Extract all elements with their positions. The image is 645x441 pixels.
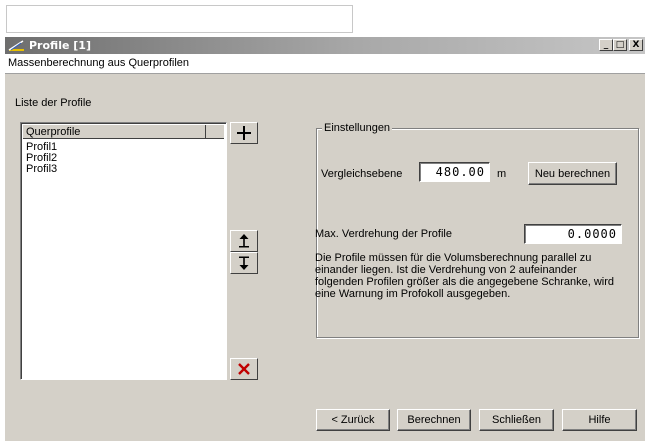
move-down-button[interactable]	[230, 252, 258, 274]
app-ruler-icon	[8, 40, 24, 51]
back-button[interactable]: < Zurück	[316, 409, 390, 431]
neu-berechnen-button[interactable]: Neu berechnen	[528, 162, 617, 185]
max-verdrehung-input[interactable]: 0.0000	[524, 224, 622, 244]
column-header-label: Querprofile	[26, 126, 81, 138]
profile-window: Profile [1] _ □ X Massenberechnung aus Q…	[5, 37, 645, 441]
maximize-button[interactable]: □	[613, 39, 627, 51]
column-header-querprofile[interactable]: Querprofile	[23, 125, 206, 139]
verdrehung-description: Die Profile müssen für die Volumsberechn…	[315, 252, 615, 300]
move-up-button[interactable]	[230, 230, 258, 252]
subtitle-text: Massenberechnung aus Querprofilen	[8, 57, 190, 69]
delete-x-icon	[238, 363, 250, 375]
list-item[interactable]: Profil3	[26, 164, 57, 175]
max-verdrehung-label: Max. Verdrehung der Profile	[315, 228, 452, 240]
vergleichsebene-unit: m	[497, 168, 507, 180]
subtitle-bar: Massenberechnung aus Querprofilen	[5, 54, 645, 74]
top-input-field[interactable]	[6, 5, 353, 33]
vergleichsebene-input[interactable]: 480.00	[419, 162, 490, 182]
column-header-empty	[206, 125, 224, 139]
window-title: Profile [1]	[29, 39, 91, 52]
close-button[interactable]: Schließen	[479, 409, 554, 431]
calculate-button[interactable]: Berechnen	[397, 409, 471, 431]
vergleichsebene-label: Vergleichsebene	[321, 168, 403, 180]
minimize-button[interactable]: _	[599, 39, 613, 51]
profile-list-label: Liste der Profile	[15, 97, 92, 109]
title-bar: Profile [1] _ □ X	[5, 37, 645, 54]
plus-icon	[237, 126, 251, 140]
arrow-down-icon	[239, 256, 249, 270]
settings-legend: Einstellungen	[322, 122, 393, 134]
help-button[interactable]: Hilfe	[562, 409, 637, 431]
arrow-up-icon	[239, 234, 249, 248]
close-window-button[interactable]: X	[629, 39, 643, 51]
delete-profile-button[interactable]	[230, 358, 258, 380]
profile-list[interactable]: Querprofile Profil1 Profil2 Profil3	[20, 122, 227, 380]
add-profile-button[interactable]	[230, 122, 258, 144]
